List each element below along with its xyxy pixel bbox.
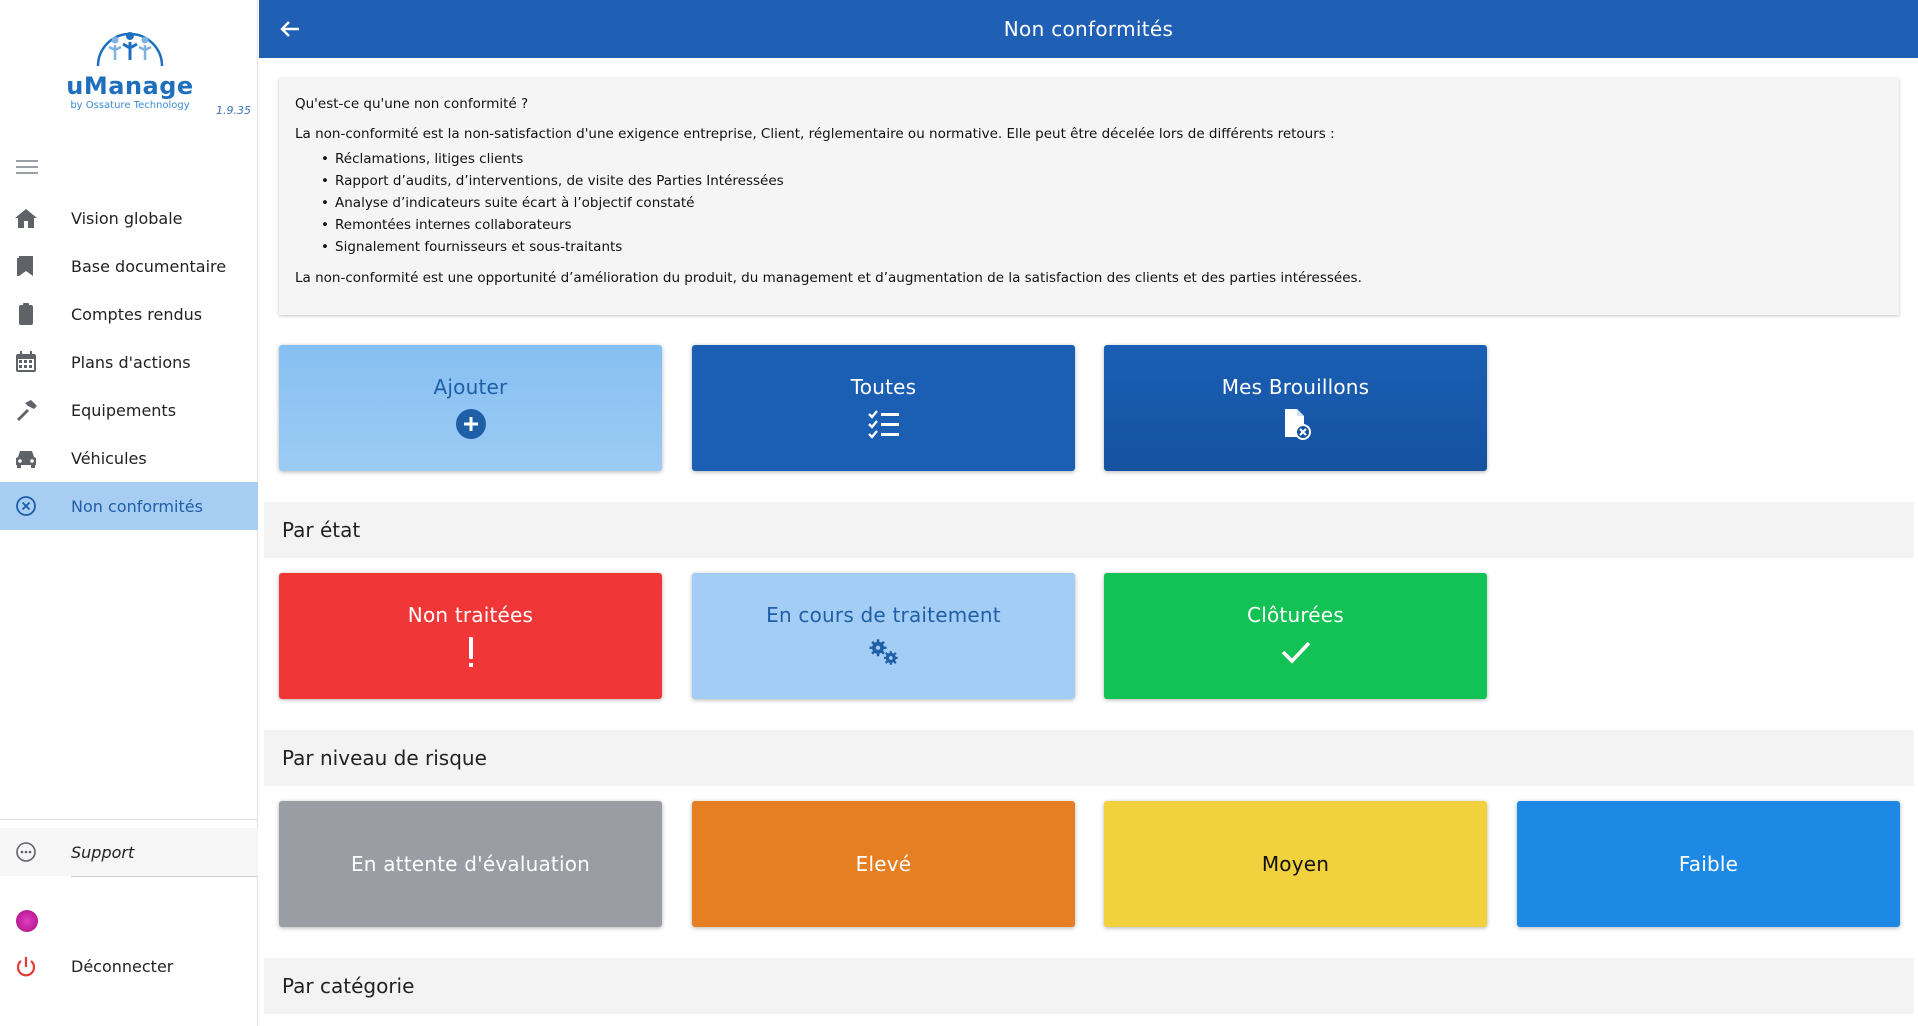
section-by-state: Par état [264, 502, 1914, 558]
chat-bubble-icon [16, 842, 36, 862]
list-item: Réclamations, litiges clients [321, 148, 1883, 170]
sidebar-item-label: Non conformités [71, 496, 203, 516]
logo-subtitle: by Ossature Technology [70, 100, 190, 111]
logout-button[interactable]: Déconnecter [0, 942, 258, 990]
page-title: Non conformités [1003, 17, 1174, 41]
list-item: Rapport d’audits, d’interventions, de vi… [321, 170, 1883, 192]
sidebar: uManage by Ossature Technology 1.9.35 Vi… [0, 0, 258, 1026]
bookmark-icon [17, 256, 33, 276]
exclamation-icon [454, 635, 488, 669]
sidebar-item-equipements[interactable]: Equipements [0, 386, 258, 434]
sidebar-item-base-documentaire[interactable]: Base documentaire [0, 242, 258, 290]
section-by-category: Par catégorie [264, 958, 1914, 1014]
logo-people-icon [96, 32, 164, 67]
tile-label: En cours de traitement [766, 603, 1001, 627]
circle-x-icon [16, 496, 36, 516]
logout-label: Déconnecter [71, 957, 174, 976]
info-panel: Qu'est-ce qu'une non conformité ? La non… [279, 78, 1899, 315]
tile-label: Toutes [850, 375, 917, 399]
support-button[interactable]: Support [0, 828, 258, 876]
list-item: Signalement fournisseurs et sous-traitan… [321, 236, 1883, 258]
sidebar-item-vision-globale[interactable]: Vision globale [0, 194, 258, 242]
sidebar-nav: Vision globale Base documentaire Comptes… [0, 194, 258, 530]
draft-file-icon [1279, 407, 1313, 441]
sidebar-divider [0, 819, 258, 820]
checklist-icon [867, 407, 901, 441]
sidebar-item-label: Véhicules [71, 448, 147, 468]
car-icon [16, 451, 36, 468]
clipboard-icon [19, 303, 33, 325]
in-progress-nc-button[interactable]: En cours de traitement [692, 573, 1075, 699]
tile-label: Ajouter [433, 375, 508, 399]
section-title: Par catégorie [282, 974, 415, 998]
checkmark-icon [1279, 635, 1313, 669]
section-title: Par état [282, 518, 361, 542]
sidebar-item-label: Comptes rendus [71, 304, 203, 324]
top-app-bar: Non conformités [259, 0, 1918, 58]
info-bullet-list: Réclamations, litiges clients Rapport d’… [321, 148, 1883, 258]
info-intro: La non-conformité est la non-satisfactio… [295, 126, 1335, 142]
tile-label: Moyen [1261, 852, 1330, 876]
user-avatar[interactable] [16, 910, 38, 932]
support-underline [71, 876, 258, 877]
plus-circle-icon [454, 407, 488, 441]
info-conclusion: La non-conformité est une opportunité d’… [295, 270, 1362, 286]
section-by-risk: Par niveau de risque [264, 730, 1914, 786]
sidebar-item-label: Plans d'actions [71, 352, 191, 372]
app-version: 1.9.35 [216, 104, 251, 117]
info-question: Qu'est-ce qu'une non conformité ? [295, 96, 529, 112]
support-label: Support [71, 843, 135, 862]
sidebar-item-plans-actions[interactable]: Plans d'actions [0, 338, 258, 386]
risk-high-button[interactable]: Elevé [692, 801, 1075, 927]
untreated-nc-button[interactable]: Non traitées [279, 573, 662, 699]
section-title: Par niveau de risque [282, 746, 487, 770]
sidebar-item-comptes-rendus[interactable]: Comptes rendus [0, 290, 258, 338]
calendar-icon [16, 351, 36, 372]
my-drafts-button[interactable]: Mes Brouillons [1104, 345, 1487, 471]
power-icon [16, 957, 36, 977]
sidebar-item-vehicules[interactable]: Véhicules [0, 434, 258, 482]
main-content: Qu'est-ce qu'une non conformité ? La non… [259, 58, 1918, 1026]
sidebar-item-label: Equipements [71, 400, 177, 420]
closed-nc-button[interactable]: Clôturées [1104, 573, 1487, 699]
tile-label: Mes Brouillons [1221, 375, 1370, 399]
list-item: Analyse d’indicateurs suite écart à l’ob… [321, 192, 1883, 214]
tile-label: En attente d'évaluation [350, 852, 591, 876]
app-logo[interactable]: uManage by Ossature Technology [60, 20, 200, 120]
all-nc-button[interactable]: Toutes [692, 345, 1075, 471]
risk-low-button[interactable]: Faible [1517, 801, 1900, 927]
tile-label: Non traitées [407, 603, 534, 627]
list-item: Remontées internes collaborateurs [321, 214, 1883, 236]
sidebar-item-non-conformites[interactable]: Non conformités [0, 482, 258, 530]
sidebar-item-label: Vision globale [71, 208, 183, 228]
tile-label: Clôturées [1247, 603, 1344, 627]
sidebar-item-label: Base documentaire [71, 256, 227, 276]
risk-pending-button[interactable]: En attente d'évaluation [279, 801, 662, 927]
hammer-icon [17, 400, 37, 421]
tile-label: Faible [1678, 852, 1739, 876]
gears-icon [867, 635, 901, 669]
tile-label: Elevé [855, 852, 912, 876]
menu-toggle-icon[interactable] [16, 160, 38, 176]
home-icon [15, 209, 37, 228]
logo-text: uManage [66, 72, 194, 100]
add-nc-button[interactable]: Ajouter [279, 345, 662, 471]
risk-medium-button[interactable]: Moyen [1104, 801, 1487, 927]
